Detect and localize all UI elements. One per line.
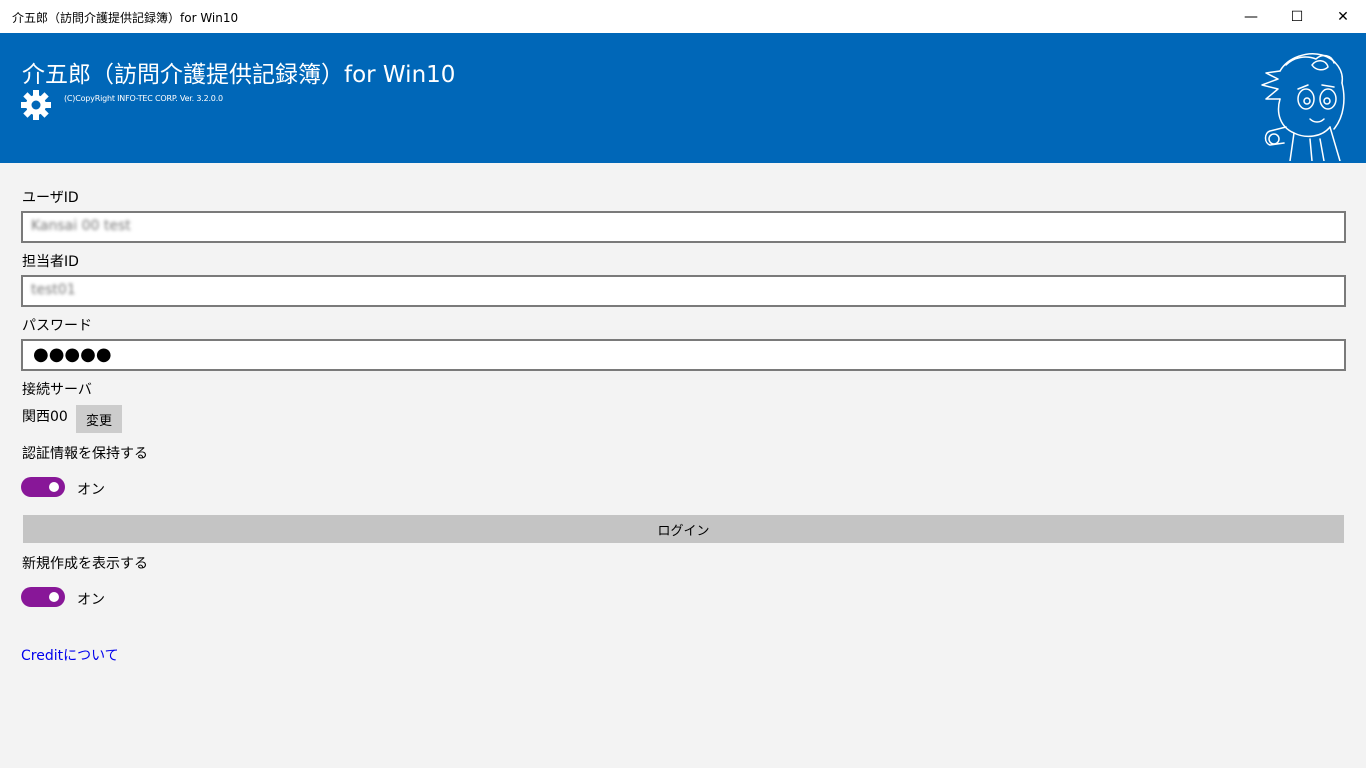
- password-value: ●●●●●: [33, 344, 112, 365]
- remember-credentials-toggle[interactable]: [21, 477, 65, 497]
- app-header: 介五郎（訪問介護提供記録簿）for Win10 (C)CopyRight INF…: [0, 33, 1366, 163]
- credit-link[interactable]: Creditについて: [21, 645, 119, 665]
- show-new-toggle[interactable]: [21, 587, 65, 607]
- server-value: 関西00: [22, 409, 68, 425]
- password-label: パスワード: [22, 318, 92, 334]
- staff-id-value: test01: [31, 282, 76, 298]
- remember-toggle-state: オン: [77, 482, 105, 498]
- app-title: 介五郎（訪問介護提供記録簿）for Win10: [22, 62, 456, 88]
- show-new-toggle-state: オン: [77, 592, 105, 608]
- maximize-button[interactable]: ☐: [1274, 0, 1320, 33]
- staff-id-input[interactable]: test01: [21, 275, 1346, 307]
- change-server-button[interactable]: 変更: [76, 405, 122, 433]
- user-id-input[interactable]: Kansai 00 test: [21, 211, 1346, 243]
- toggle-knob: [49, 482, 59, 492]
- mascot-icon: [1261, 53, 1345, 161]
- close-button[interactable]: ✕: [1320, 0, 1366, 33]
- toggle-knob: [49, 592, 59, 602]
- window-title: 介五郎（訪問介護提供記録簿）for Win10: [12, 11, 239, 25]
- remember-credentials-label: 認証情報を保持する: [22, 446, 148, 462]
- copyright-text: (C)CopyRight INFO-TEC CORP. Ver. 3.2.0.0: [64, 94, 223, 103]
- user-id-value: Kansai 00 test: [31, 218, 131, 234]
- login-form: ユーザID Kansai 00 test 担当者ID test01 パスワード …: [0, 163, 1366, 768]
- gear-icon[interactable]: [20, 89, 52, 121]
- password-input[interactable]: ●●●●●: [21, 339, 1346, 371]
- login-button[interactable]: ログイン: [23, 515, 1344, 543]
- minimize-button[interactable]: —: [1228, 0, 1274, 33]
- title-bar: 介五郎（訪問介護提供記録簿）for Win10 — ☐ ✕: [0, 0, 1366, 33]
- show-new-label: 新規作成を表示する: [22, 556, 148, 572]
- staff-id-label: 担当者ID: [22, 254, 79, 270]
- server-label: 接続サーバ: [22, 382, 92, 398]
- user-id-label: ユーザID: [22, 190, 79, 206]
